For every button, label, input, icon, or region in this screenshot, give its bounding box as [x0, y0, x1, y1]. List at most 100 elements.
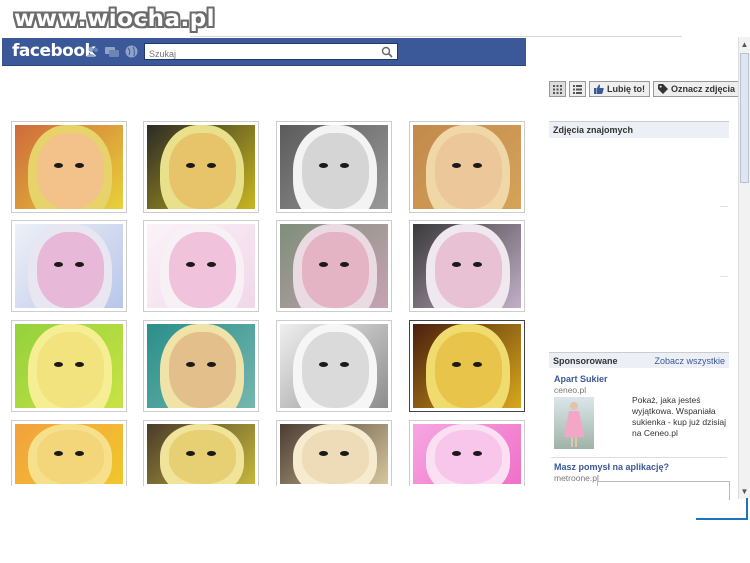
photo-thumbnail[interactable] — [11, 420, 127, 488]
sponsored-header: Sponsorowane Zobacz wszystkie — [549, 352, 729, 368]
friends-photos-header: Zdjęcia znajomych — [549, 121, 729, 138]
photo-thumbnail[interactable] — [276, 220, 392, 312]
photo-eye — [185, 261, 195, 267]
photo-eye — [318, 451, 328, 456]
site-watermark: www.wiocha.pl — [14, 6, 216, 32]
scrollbar-thumb[interactable] — [740, 53, 749, 183]
photo-face — [168, 332, 236, 408]
photo-image — [15, 125, 123, 209]
messages-icon[interactable] — [105, 45, 119, 58]
grid-view-button[interactable] — [549, 81, 566, 97]
photo-image — [15, 424, 123, 484]
notification-jewels — [86, 45, 138, 58]
ad-url-2[interactable]: metroone.pl — [554, 473, 599, 483]
photo-image — [413, 324, 521, 408]
photo-face — [434, 430, 502, 484]
photo-thumbnail[interactable] — [11, 121, 127, 213]
photo-eye — [318, 361, 328, 367]
scroll-down-icon[interactable]: ▼ — [739, 486, 750, 497]
photo-face — [36, 232, 104, 308]
ad-title[interactable]: Apart Sukier — [554, 374, 608, 384]
ad-separator — [551, 457, 727, 458]
window-edge — [696, 498, 748, 520]
photo-eye — [318, 261, 328, 267]
photo-face — [36, 133, 104, 209]
friends-photos-title: Zdjęcia znajomych — [553, 125, 634, 135]
photo-face — [301, 133, 369, 209]
photo-thumbnail[interactable] — [409, 420, 525, 488]
photo-thumbnail[interactable] — [409, 220, 525, 312]
photo-image — [280, 125, 388, 209]
photo-thumbnail[interactable] — [11, 320, 127, 412]
photo-face — [301, 232, 369, 308]
photo-toolbar: Lubię to! Oznacz zdjęcia — [549, 81, 741, 97]
grid-icon — [553, 84, 562, 94]
tag-photos-button[interactable]: Oznacz zdjęcia — [653, 81, 741, 97]
tag-photos-label: Oznacz zdjęcia — [671, 84, 736, 94]
photo-eye — [451, 451, 461, 456]
sponsored-title: Sponsorowane — [553, 355, 618, 366]
photo-thumbnail[interactable] — [143, 121, 259, 213]
ad-image-dress[interactable] — [554, 397, 594, 449]
list-view-button[interactable] — [569, 81, 586, 97]
scroll-up-icon[interactable]: ▲ — [739, 39, 750, 50]
photo-eye — [185, 361, 195, 367]
photo-image — [413, 424, 521, 484]
photo-thumbnail[interactable] — [276, 420, 392, 488]
photo-face — [434, 232, 502, 308]
divider — [720, 206, 728, 207]
photo-eye — [53, 162, 63, 168]
friend-requests-icon[interactable] — [86, 45, 100, 58]
divider — [720, 276, 728, 277]
ad-url[interactable]: ceneo.pl — [554, 385, 586, 395]
search-box[interactable] — [144, 43, 398, 62]
photo-thumbnail[interactable] — [276, 121, 392, 213]
photo-image — [413, 224, 521, 308]
like-button-label: Lubię to! — [607, 84, 645, 94]
search-icon[interactable] — [381, 45, 394, 58]
photo-thumbnail[interactable] — [143, 220, 259, 312]
photo-image — [280, 224, 388, 308]
ad-title-2[interactable]: Masz pomysł na aplikację? — [554, 462, 669, 472]
photo-face — [36, 430, 104, 484]
list-icon — [573, 84, 582, 94]
photo-image — [147, 324, 255, 408]
photo-thumbnail[interactable] — [409, 320, 525, 412]
thumbs-up-icon — [594, 84, 604, 94]
photo-eye — [185, 451, 195, 456]
facebook-logo[interactable]: facebook — [12, 41, 96, 61]
photo-image — [147, 125, 255, 209]
photo-eye — [451, 261, 461, 267]
photo-thumbnail[interactable] — [276, 320, 392, 412]
photo-face — [434, 332, 502, 408]
photo-image — [280, 424, 388, 484]
notifications-globe-icon[interactable] — [124, 45, 138, 58]
photo-face — [168, 133, 236, 209]
photo-thumbnail[interactable] — [143, 420, 259, 488]
photo-thumbnail[interactable] — [11, 220, 127, 312]
tag-icon — [658, 84, 668, 94]
photo-face — [301, 332, 369, 408]
photo-eye — [185, 162, 195, 168]
like-button[interactable]: Lubię to! — [589, 81, 650, 97]
photo-image — [147, 224, 255, 308]
photo-image — [280, 324, 388, 408]
photo-image — [15, 224, 123, 308]
photo-eye — [451, 361, 461, 367]
photo-thumbnail[interactable] — [409, 121, 525, 213]
photo-image — [413, 125, 521, 209]
photo-face — [301, 430, 369, 484]
photo-eye — [451, 162, 461, 168]
photo-face — [36, 332, 104, 408]
page-bottom-area — [0, 486, 696, 563]
search-input[interactable] — [145, 46, 383, 62]
see-all-link[interactable]: Zobacz wszystkie — [654, 356, 725, 366]
facebook-header-bar: facebook — [2, 38, 526, 66]
photo-eye — [53, 361, 63, 367]
photo-thumbnail[interactable] — [143, 320, 259, 412]
vertical-scrollbar[interactable]: ▲ ▼ — [738, 37, 750, 499]
photo-eye — [318, 162, 328, 168]
photo-image — [15, 324, 123, 408]
photo-face — [168, 430, 236, 484]
photo-eye — [53, 451, 63, 456]
